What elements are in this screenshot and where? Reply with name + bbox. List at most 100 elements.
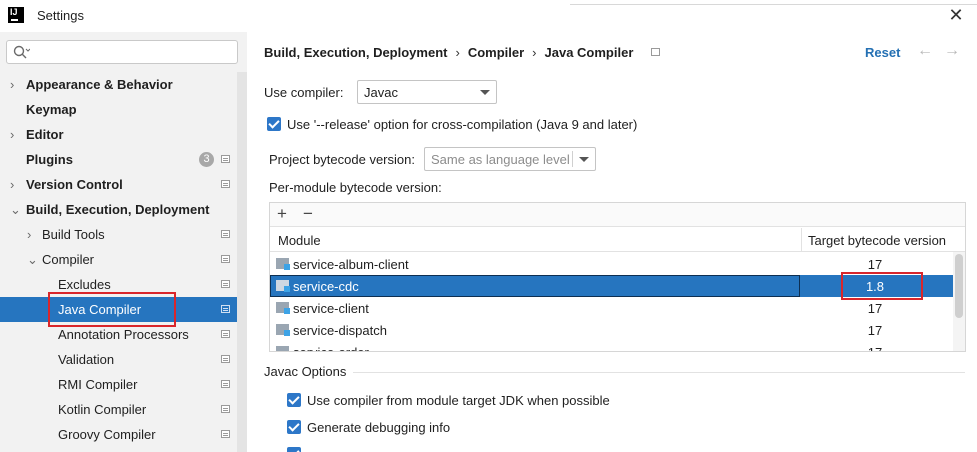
settings-search-input[interactable] (6, 40, 238, 64)
tree-item-label: Editor (26, 127, 64, 142)
reset-link[interactable]: Reset (865, 45, 900, 60)
title-divider (570, 4, 977, 5)
column-header-module[interactable]: Module (278, 233, 321, 248)
module-folder-icon (276, 280, 290, 292)
project-level-icon (221, 280, 230, 288)
project-level-icon (221, 380, 230, 388)
project-level-icon (221, 230, 230, 238)
module-jdk-label[interactable]: Use compiler from module target JDK when… (307, 393, 610, 408)
project-bytecode-value: Same as language level (431, 152, 570, 167)
module-folder-icon (276, 346, 289, 351)
tree-item-kotlin-compiler[interactable]: Kotlin Compiler (0, 397, 237, 422)
tree-item-groovy-compiler[interactable]: Groovy Compiler (0, 422, 237, 447)
per-module-label: Per-module bytecode version: (269, 180, 442, 195)
breadcrumb-item[interactable]: Build, Execution, Deployment (264, 45, 447, 60)
tree-item-version-control[interactable]: › Version Control (0, 172, 237, 197)
chevron-right-icon[interactable]: › (10, 127, 20, 142)
tree-item-label: Build Tools (42, 227, 105, 242)
project-level-icon (651, 48, 660, 56)
target-version[interactable]: 17 (800, 323, 950, 338)
search-icon (13, 45, 30, 59)
module-folder-icon (276, 324, 290, 336)
project-level-icon (221, 405, 230, 413)
project-level-icon (221, 180, 230, 188)
breadcrumb-separator: › (455, 45, 460, 60)
table-header: Module Target bytecode version (270, 228, 965, 252)
target-version[interactable]: 17 (800, 345, 950, 351)
project-level-icon (221, 355, 230, 363)
dropdown-arrow-icon (480, 90, 490, 95)
tree-item-appearance-behavior[interactable]: › Appearance & Behavior (0, 72, 237, 97)
tree-item-label: Annotation Processors (58, 327, 189, 342)
breadcrumb: Build, Execution, Deployment › Compiler › Ja… (264, 45, 633, 60)
release-option-checkbox[interactable] (267, 117, 281, 131)
tree-item-compiler[interactable]: ⌄ Compiler (0, 247, 237, 272)
chevron-down-icon[interactable]: ⌄ (27, 252, 38, 267)
sidebar-scrollbar[interactable] (237, 72, 247, 452)
tree-item-label: Keymap (26, 102, 77, 117)
tree-item-rmi-compiler[interactable]: RMI Compiler (0, 372, 237, 397)
compiler-select[interactable]: Javac (357, 80, 497, 104)
tree-item-label: Appearance & Behavior (26, 77, 173, 92)
tree-item-build-execution-deployment[interactable]: ⌄ Build, Execution, Deployment (0, 197, 237, 222)
tree-item-label: Compiler (42, 252, 95, 267)
target-version[interactable]: 17 (800, 301, 950, 316)
tree-item-label: Groovy Compiler (58, 427, 156, 442)
chevron-right-icon[interactable]: › (10, 77, 20, 92)
compiler-select-value: Javac (364, 85, 398, 100)
debug-info-checkbox[interactable] (287, 420, 301, 434)
tree-item-plugins[interactable]: Plugins 3 (0, 147, 237, 172)
breadcrumb-separator: › (532, 45, 537, 60)
module-folder-icon (276, 258, 290, 270)
table-row[interactable]: service-client 17 (270, 297, 953, 319)
table-row[interactable]: service-dispatch 17 (270, 319, 953, 341)
project-bytecode-label: Project bytecode version: (269, 152, 415, 167)
breadcrumb-item[interactable]: Compiler (468, 45, 524, 60)
debug-info-label[interactable]: Generate debugging info (307, 420, 450, 435)
module-name: service-client (293, 301, 369, 316)
scrollbar-thumb[interactable] (955, 254, 963, 318)
project-bytecode-select[interactable]: Same as language level (424, 147, 596, 171)
app-logo-icon: IJ (8, 7, 24, 23)
breadcrumb-item: Java Compiler (544, 45, 634, 60)
tree-item-build-tools[interactable]: › Build Tools (0, 222, 237, 247)
add-icon[interactable]: + (277, 204, 287, 224)
project-level-icon (221, 255, 230, 263)
module-name: service-dispatch (293, 323, 387, 338)
chevron-right-icon[interactable]: › (10, 177, 20, 192)
table-row[interactable]: service-order 17 (270, 341, 953, 351)
tree-item-label: RMI Compiler (58, 377, 138, 392)
module-name: service-album-client (293, 257, 409, 272)
column-header-target-version[interactable]: Target bytecode version (808, 233, 946, 248)
window-title: Settings (37, 8, 84, 23)
highlight-box-java-compiler (48, 292, 176, 327)
module-name: service-order (293, 345, 369, 351)
remove-icon[interactable]: − (303, 204, 313, 224)
tree-item-keymap[interactable]: Keymap (0, 97, 237, 122)
project-level-icon (221, 155, 230, 163)
close-icon[interactable]: ✕ (946, 5, 966, 25)
dropdown-arrow-icon (579, 157, 589, 162)
tree-item-label: Validation (58, 352, 115, 367)
chevron-right-icon[interactable]: › (27, 227, 37, 242)
tree-item-validation[interactable]: Validation (0, 347, 237, 372)
tree-item-label: Excludes (58, 277, 111, 292)
tree-item-label: Build, Execution, Deployment (26, 202, 210, 217)
select-divider (572, 151, 573, 167)
use-compiler-label: Use compiler: (264, 85, 344, 100)
back-arrow-icon[interactable]: ← (917, 42, 933, 60)
table-toolbar: + − (270, 203, 965, 227)
next-option-checkbox[interactable] (287, 447, 301, 452)
tree-item-editor[interactable]: › Editor (0, 122, 237, 147)
highlight-box-target-version (841, 272, 923, 300)
table-scrollbar[interactable] (953, 252, 965, 351)
project-level-icon (221, 305, 230, 313)
module-folder-icon (276, 302, 290, 314)
module-jdk-checkbox[interactable] (287, 393, 301, 407)
target-version[interactable]: 17 (800, 257, 950, 272)
column-separator (801, 228, 802, 252)
chevron-down-icon[interactable]: ⌄ (10, 202, 21, 217)
forward-arrow-icon[interactable]: → (944, 42, 960, 60)
tree-item-label: Kotlin Compiler (58, 402, 147, 417)
release-option-label[interactable]: Use '--release' option for cross-compila… (287, 117, 637, 132)
